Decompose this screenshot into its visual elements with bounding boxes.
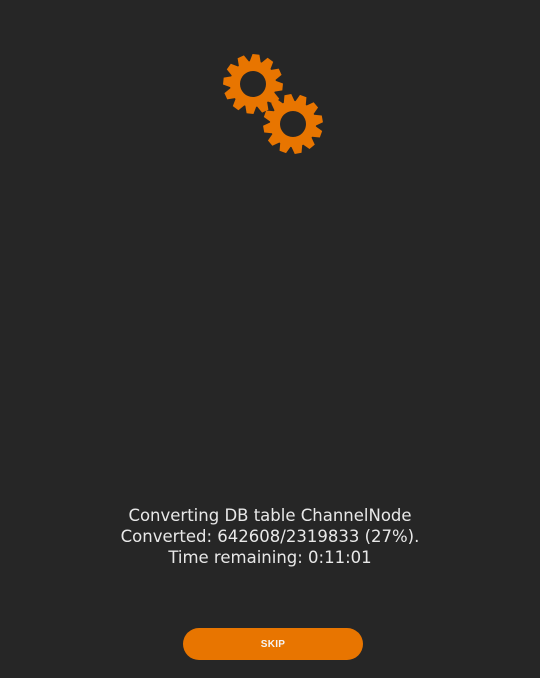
skip-button[interactable]: SKIP xyxy=(183,628,363,660)
status-time-line: Time remaining: 0:11:01 xyxy=(168,548,372,567)
conversion-status: Converting DB table ChannelNode Converte… xyxy=(0,505,540,568)
status-table-line: Converting DB table ChannelNode xyxy=(128,506,412,525)
gears-icon xyxy=(218,50,328,158)
status-progress-line: Converted: 642608/2319833 (27%). xyxy=(120,527,420,546)
